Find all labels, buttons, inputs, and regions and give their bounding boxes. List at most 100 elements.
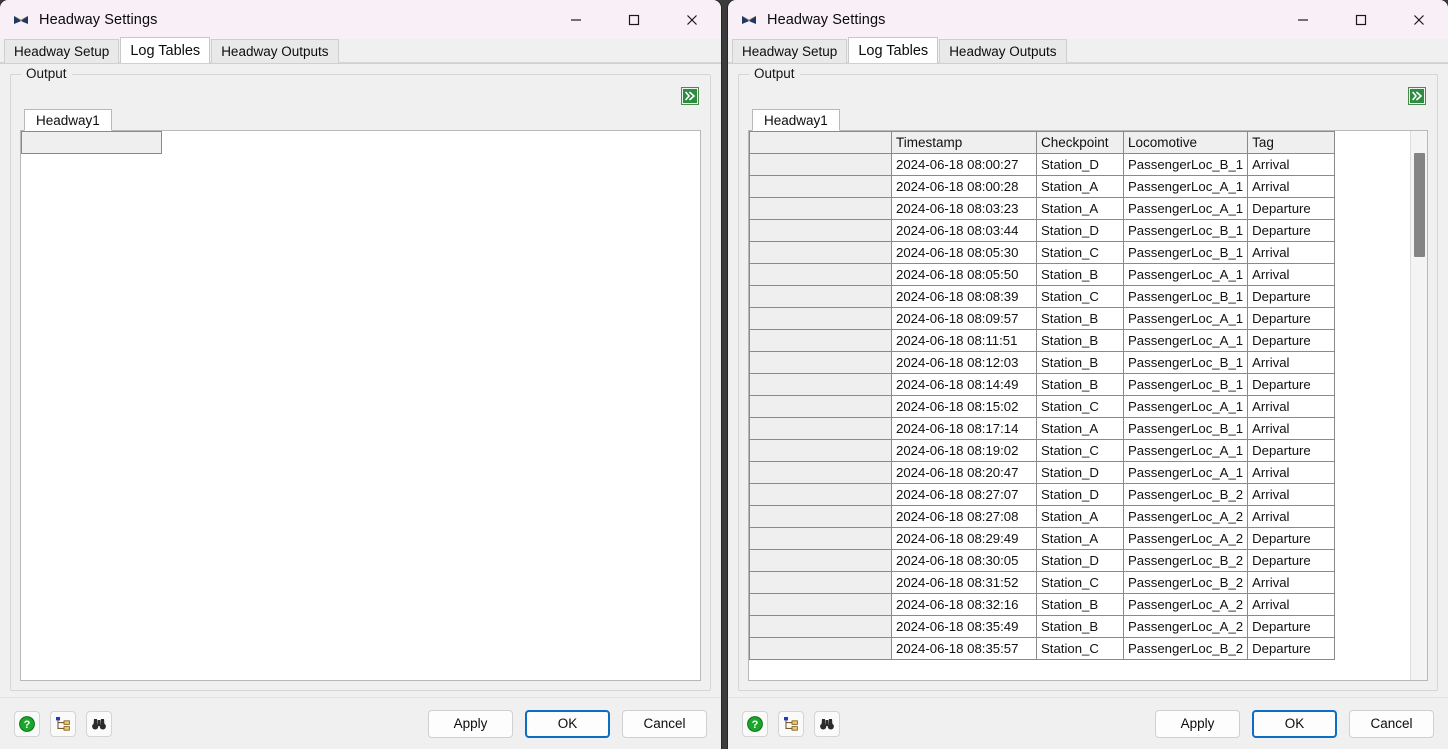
- table-row[interactable]: 2024-06-18 08:17:14Station_APassengerLoc…: [750, 418, 1335, 440]
- table-cell[interactable]: Station_B: [1037, 264, 1124, 286]
- table-cell[interactable]: Station_A: [1037, 528, 1124, 550]
- window-headway-settings-left[interactable]: Headway Settings Headway Setup Log Table…: [0, 0, 721, 749]
- table-cell[interactable]: Arrival: [1248, 418, 1335, 440]
- table-cell[interactable]: 2024-06-18 08:32:16: [892, 594, 1037, 616]
- table-cell[interactable]: Station_A: [1037, 198, 1124, 220]
- table-row[interactable]: 2024-06-18 08:35:57Station_CPassengerLoc…: [750, 638, 1335, 660]
- table-cell[interactable]: Departure: [1248, 374, 1335, 396]
- table-row[interactable]: 2024-06-18 08:00:27Station_DPassengerLoc…: [750, 154, 1335, 176]
- table-cell[interactable]: Arrival: [1248, 176, 1335, 198]
- table-cell[interactable]: Departure: [1248, 440, 1335, 462]
- table-cell[interactable]: 2024-06-18 08:11:51: [892, 330, 1037, 352]
- table-cell[interactable]: Station_D: [1037, 484, 1124, 506]
- table-row-header-cell[interactable]: [750, 462, 892, 484]
- tab-log-tables[interactable]: Log Tables: [120, 37, 210, 63]
- table-cell[interactable]: Station_C: [1037, 242, 1124, 264]
- table-cell[interactable]: 2024-06-18 08:30:05: [892, 550, 1037, 572]
- table-cell[interactable]: Station_D: [1037, 220, 1124, 242]
- table-cell[interactable]: PassengerLoc_A_1: [1124, 264, 1248, 286]
- table-cell[interactable]: 2024-06-18 08:27:08: [892, 506, 1037, 528]
- log-table-scroll-area[interactable]: [21, 131, 700, 680]
- table-cell[interactable]: Station_B: [1037, 594, 1124, 616]
- table-cell[interactable]: 2024-06-18 08:20:47: [892, 462, 1037, 484]
- table-cell[interactable]: 2024-06-18 08:19:02: [892, 440, 1037, 462]
- table-row[interactable]: 2024-06-18 08:27:08Station_APassengerLoc…: [750, 506, 1335, 528]
- table-cell[interactable]: 2024-06-18 08:00:28: [892, 176, 1037, 198]
- table-cell[interactable]: Station_A: [1037, 176, 1124, 198]
- table-header-cell[interactable]: Tag: [1248, 132, 1335, 154]
- table-cell[interactable]: 2024-06-18 08:29:49: [892, 528, 1037, 550]
- log-table[interactable]: TimestampCheckpointLocomotiveTag 2024-06…: [749, 131, 1335, 660]
- table-row[interactable]: 2024-06-18 08:05:30Station_CPassengerLoc…: [750, 242, 1335, 264]
- table-cell[interactable]: 2024-06-18 08:17:14: [892, 418, 1037, 440]
- table-row[interactable]: 2024-06-18 08:29:49Station_APassengerLoc…: [750, 528, 1335, 550]
- table-row-header-cell[interactable]: [750, 506, 892, 528]
- table-cell[interactable]: Station_A: [1037, 506, 1124, 528]
- table-cell[interactable]: 2024-06-18 08:31:52: [892, 572, 1037, 594]
- table-cell[interactable]: Departure: [1248, 638, 1335, 660]
- table-cell[interactable]: 2024-06-18 08:03:23: [892, 198, 1037, 220]
- binoculars-find-icon[interactable]: [814, 711, 840, 737]
- table-row-header-cell[interactable]: [750, 594, 892, 616]
- table-row-header-cell[interactable]: [750, 638, 892, 660]
- table-cell[interactable]: Departure: [1248, 528, 1335, 550]
- table-row-header-cell[interactable]: [750, 374, 892, 396]
- table-cell[interactable]: Arrival: [1248, 506, 1335, 528]
- table-cell[interactable]: 2024-06-18 08:03:44: [892, 220, 1037, 242]
- table-cell[interactable]: PassengerLoc_B_2: [1124, 572, 1248, 594]
- table-cell[interactable]: PassengerLoc_B_1: [1124, 418, 1248, 440]
- table-cell[interactable]: Arrival: [1248, 352, 1335, 374]
- table-row-header-cell[interactable]: [750, 220, 892, 242]
- table-cell[interactable]: 2024-06-18 08:15:02: [892, 396, 1037, 418]
- tab-headway-outputs[interactable]: Headway Outputs: [211, 39, 338, 63]
- table-cell[interactable]: PassengerLoc_B_1: [1124, 286, 1248, 308]
- vertical-scrollbar[interactable]: [1410, 131, 1427, 680]
- table-cell[interactable]: Station_D: [1037, 462, 1124, 484]
- hierarchy-tree-icon[interactable]: [50, 711, 76, 737]
- table-cell[interactable]: PassengerLoc_A_2: [1124, 506, 1248, 528]
- table-row[interactable]: 2024-06-18 08:03:44Station_DPassengerLoc…: [750, 220, 1335, 242]
- table-row[interactable]: 2024-06-18 08:31:52Station_CPassengerLoc…: [750, 572, 1335, 594]
- log-table-scroll-area[interactable]: TimestampCheckpointLocomotiveTag 2024-06…: [749, 131, 1410, 680]
- table-row-header-cell[interactable]: [750, 264, 892, 286]
- table-row-header-cell[interactable]: [750, 198, 892, 220]
- table-row-header-cell[interactable]: [750, 154, 892, 176]
- table-cell[interactable]: Station_B: [1037, 374, 1124, 396]
- table-cell[interactable]: 2024-06-18 08:00:27: [892, 154, 1037, 176]
- table-row-header-cell[interactable]: [750, 176, 892, 198]
- table-row-header-cell[interactable]: [750, 572, 892, 594]
- minimize-icon[interactable]: [1274, 0, 1332, 39]
- table-cell[interactable]: PassengerLoc_B_2: [1124, 638, 1248, 660]
- table-cell[interactable]: PassengerLoc_B_1: [1124, 374, 1248, 396]
- table-cell[interactable]: Station_A: [1037, 418, 1124, 440]
- table-row[interactable]: 2024-06-18 08:32:16Station_BPassengerLoc…: [750, 594, 1335, 616]
- table-cell[interactable]: PassengerLoc_A_2: [1124, 616, 1248, 638]
- table-row-header-cell[interactable]: [750, 484, 892, 506]
- close-icon[interactable]: [663, 0, 721, 39]
- table-cell[interactable]: Arrival: [1248, 572, 1335, 594]
- table-cell[interactable]: PassengerLoc_A_1: [1124, 440, 1248, 462]
- table-cell[interactable]: PassengerLoc_A_1: [1124, 462, 1248, 484]
- titlebar[interactable]: Headway Settings: [0, 0, 721, 39]
- table-cell[interactable]: PassengerLoc_A_1: [1124, 330, 1248, 352]
- table-cell[interactable]: Station_B: [1037, 352, 1124, 374]
- table-row[interactable]: 2024-06-18 08:14:49Station_BPassengerLoc…: [750, 374, 1335, 396]
- table-header-cell-blank[interactable]: [22, 132, 162, 154]
- table-cell[interactable]: Arrival: [1248, 484, 1335, 506]
- table-row[interactable]: 2024-06-18 08:05:50Station_BPassengerLoc…: [750, 264, 1335, 286]
- table-cell[interactable]: PassengerLoc_A_1: [1124, 308, 1248, 330]
- table-header-cell[interactable]: Locomotive: [1124, 132, 1248, 154]
- table-cell[interactable]: PassengerLoc_B_2: [1124, 484, 1248, 506]
- table-header-cell-blank[interactable]: [750, 132, 892, 154]
- table-cell[interactable]: PassengerLoc_A_2: [1124, 594, 1248, 616]
- table-cell[interactable]: Departure: [1248, 330, 1335, 352]
- table-cell[interactable]: Station_D: [1037, 550, 1124, 572]
- table-cell[interactable]: Arrival: [1248, 594, 1335, 616]
- help-icon[interactable]: ?: [742, 711, 768, 737]
- excel-export-icon[interactable]: [1406, 85, 1428, 107]
- table-row[interactable]: 2024-06-18 08:20:47Station_DPassengerLoc…: [750, 462, 1335, 484]
- table-row[interactable]: 2024-06-18 08:09:57Station_BPassengerLoc…: [750, 308, 1335, 330]
- table-row-header-cell[interactable]: [750, 440, 892, 462]
- table-cell[interactable]: 2024-06-18 08:35:49: [892, 616, 1037, 638]
- table-cell[interactable]: Departure: [1248, 550, 1335, 572]
